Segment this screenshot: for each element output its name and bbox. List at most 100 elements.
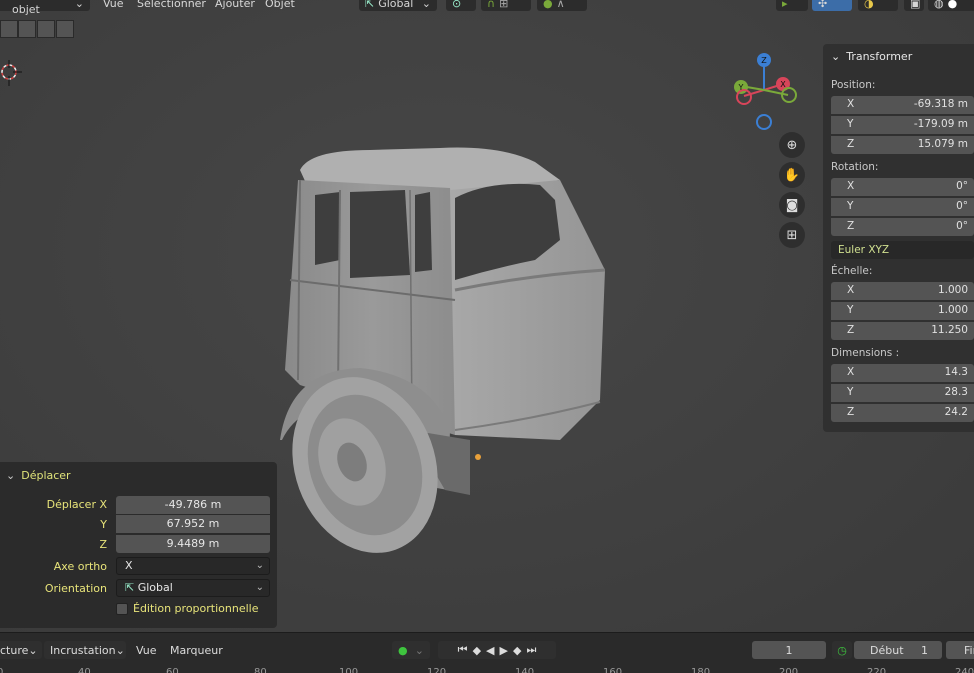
gizmo-toggle[interactable]: ▸ — [776, 0, 808, 11]
axis-ortho-dropdown[interactable]: X ⌄ — [116, 557, 270, 575]
current-frame-field[interactable]: 1 — [752, 641, 826, 659]
scale-y-field[interactable]: Y 1.000 — [831, 302, 974, 320]
move-y-field[interactable]: 67.952 m — [116, 515, 270, 533]
orientation-dropdown[interactable]: ⇱ Global ⌄ — [359, 0, 437, 11]
orientation-dropdown[interactable]: ⇱ Global ⌄ — [116, 579, 270, 597]
ruler-tick: 60 — [166, 667, 179, 673]
proportional-toggle[interactable]: ● ∧ — [537, 0, 587, 11]
move-x-field[interactable]: -49.786 m — [116, 496, 270, 514]
sidebar-transform-panel: ⌄ Transformer Position: X -69.318 m Y -179… — [823, 44, 974, 432]
pan-button[interactable]: ✋ — [779, 162, 805, 188]
perspective-toggle-button[interactable]: ⊞ — [779, 222, 805, 248]
gizmo-dropdown[interactable]: ✣ — [812, 0, 852, 11]
select-intersect-icon[interactable] — [56, 20, 74, 38]
operator-title: Déplacer — [21, 469, 71, 482]
scale-x-field[interactable]: X 1.000 — [831, 282, 974, 300]
select-subtract-icon[interactable] — [37, 20, 55, 38]
transform-panel-header[interactable]: ⌄ Transformer — [831, 50, 912, 63]
ruler-tick: 240 — [955, 667, 974, 673]
dimensions-y-field[interactable]: Y 28.3 — [831, 384, 974, 402]
snap-grid-icon: ⊞ — [499, 0, 509, 10]
start-frame-label: Début — [870, 643, 904, 657]
last-operator-panel: ⌄ Déplacer Déplacer X -49.786 m Y 67.952… — [0, 462, 277, 628]
select-extend-icon[interactable] — [18, 20, 36, 38]
move-z-field[interactable]: 9.4489 m — [116, 535, 270, 553]
xray-toggle[interactable]: ▣ — [904, 0, 924, 11]
field-value: 0° — [956, 180, 968, 192]
position-z-field[interactable]: Z 15.079 m — [831, 136, 974, 154]
menu-vue[interactable]: Vue — [103, 0, 124, 11]
timeline-mode-dropdown[interactable]: cture ⌄ — [0, 641, 42, 659]
transform-orientation-icon: ⇱ — [365, 0, 375, 10]
jump-start-icon[interactable]: ⏮ — [458, 643, 468, 657]
start-frame-field[interactable]: Début 1 — [854, 641, 942, 659]
zoom-button[interactable]: ⊕ — [779, 132, 805, 158]
position-y-field[interactable]: Y -179.09 m — [831, 116, 974, 134]
playback-controls[interactable]: ⏮ ◆ ◀ ▶ ◆ ⏭ — [438, 641, 556, 659]
record-dot-icon: ● — [398, 643, 408, 657]
dimensions-x-field[interactable]: X 14.3 — [831, 364, 974, 382]
jump-end-icon[interactable]: ⏭ — [526, 643, 536, 657]
timeline-mode-label: cture — [0, 643, 29, 657]
axis-ortho-label: Axe ortho — [53, 560, 107, 573]
field-value: 0° — [956, 220, 968, 232]
play-icon[interactable]: ▶ — [500, 644, 508, 657]
falloff-curve-icon: ∧ — [556, 0, 565, 10]
wireframe-shading-icon: ◍ — [934, 0, 944, 10]
rotation-y-field[interactable]: Y 0° — [831, 198, 974, 216]
camera-view-button[interactable]: ◙ — [779, 192, 805, 218]
snap-toggle[interactable]: ∩ ⊞ — [481, 0, 531, 11]
transform-title: Transformer — [846, 50, 913, 63]
chevron-down-icon: ⌄ — [255, 582, 264, 593]
keying-dropdown[interactable]: Incrustation ⌄ — [44, 641, 126, 659]
xray-icon: ▣ — [910, 0, 921, 10]
mode-label: Mode objet — [12, 0, 42, 16]
operator-panel-header[interactable]: ⌄ Déplacer — [6, 469, 71, 482]
mode-dropdown[interactable]: Mode objet ⌄ — [0, 0, 90, 16]
chevron-down-icon: ⌄ — [421, 0, 431, 10]
play-reverse-icon[interactable]: ◀ — [486, 644, 494, 657]
rotation-x-field[interactable]: X 0° — [831, 178, 974, 196]
field-value: 1.000 — [937, 284, 968, 296]
menu-select[interactable]: Sélectionner — [137, 0, 206, 11]
select-new-icon[interactable] — [0, 20, 18, 38]
axis-ortho-value: X — [125, 559, 133, 572]
axis-label: Y — [847, 118, 854, 130]
autokey-button[interactable]: ● ⌄ — [392, 641, 430, 659]
orientation-value: Global — [137, 581, 173, 594]
timeline-menu-marker[interactable]: Marqueur — [170, 641, 223, 659]
end-frame-field[interactable]: Fin — [946, 641, 974, 659]
chevron-down-icon: ⌄ — [414, 643, 424, 657]
menu-object[interactable]: Objet — [265, 0, 295, 11]
gizmo-neg-z-handle[interactable] — [756, 114, 772, 130]
camera-icon: ◙ — [785, 197, 799, 213]
ruler-tick: 80 — [254, 667, 267, 673]
rotation-mode-dropdown[interactable]: Euler XYZ — [831, 241, 974, 259]
rotation-z-field[interactable]: Z 0° — [831, 218, 974, 236]
shading-buttons[interactable]: ◍ ● — [928, 0, 974, 11]
move-gizmo-icon: ✣ — [818, 0, 828, 10]
chevron-down-icon: ⌄ — [28, 643, 38, 657]
ruler-tick: 200 — [779, 667, 799, 673]
proportional-checkbox[interactable] — [116, 603, 128, 615]
ruler-tick: 100 — [339, 667, 359, 673]
prev-keyframe-icon[interactable]: ◆ — [473, 644, 481, 657]
perspective-grid-icon: ⊞ — [786, 227, 798, 243]
dimensions-z-field[interactable]: Z 24.2 — [831, 404, 974, 422]
timeline-menu-view[interactable]: Vue — [136, 641, 157, 659]
gizmo-icon: ▸ — [782, 0, 788, 10]
field-value: -69.318 m — [913, 98, 968, 110]
axis-label: X — [847, 284, 855, 296]
navigation-gizmo[interactable]: Z X Y — [728, 50, 802, 134]
preview-range-toggle[interactable]: ◷ — [832, 641, 852, 659]
truck-cab-model[interactable] — [270, 140, 615, 560]
ruler-tick: 0 — [0, 667, 4, 673]
overlay-dropdown[interactable]: ◑ — [858, 0, 898, 11]
scale-z-field[interactable]: Z 11.250 — [831, 322, 974, 340]
position-x-field[interactable]: X -69.318 m — [831, 96, 974, 114]
next-keyframe-icon[interactable]: ◆ — [513, 644, 521, 657]
gizmo-y-label: Y — [738, 83, 744, 92]
pivot-dropdown[interactable]: ⊙ — [446, 0, 476, 11]
3d-viewport[interactable]: Mode objet ⌄ Vue Sélectionner Ajouter Ob… — [0, 0, 974, 632]
menu-add[interactable]: Ajouter — [215, 0, 255, 11]
